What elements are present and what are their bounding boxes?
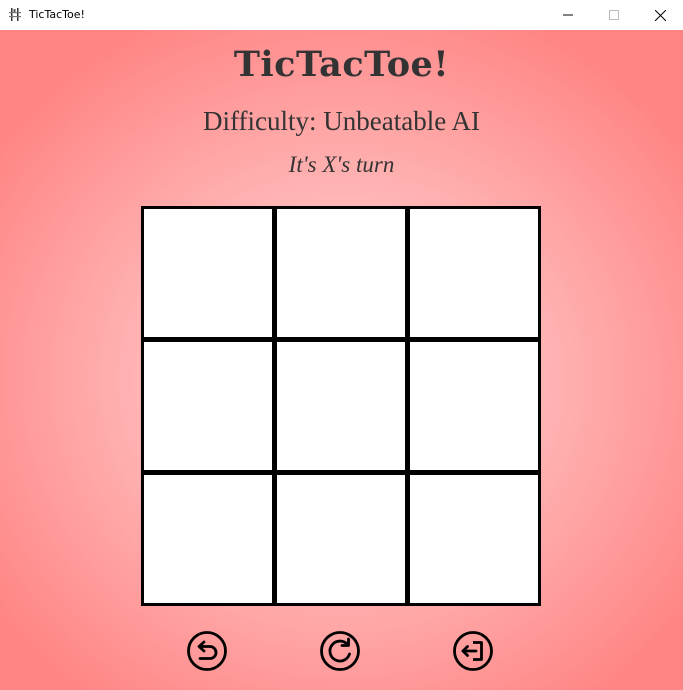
board-cell-4[interactable] [141,339,275,473]
turn-indicator: It's X's turn [288,152,395,177]
exit-button[interactable] [452,630,494,672]
minimize-icon [563,10,573,20]
board-cell-7[interactable] [141,472,275,606]
app-icon [9,7,21,22]
window-titlebar[interactable]: TicTacToe! [0,0,683,30]
restart-button[interactable] [319,630,361,672]
board-cell-3[interactable] [407,206,541,340]
undo-icon [186,630,228,672]
close-icon [654,9,666,21]
minimize-button[interactable] [545,0,591,30]
board-cell-5[interactable] [274,339,408,473]
game-board [141,206,541,606]
board-cell-6[interactable] [407,339,541,473]
board-cell-1[interactable] [141,206,275,340]
difficulty-label: Difficulty: Unbeatable AI [203,106,480,136]
game-area: TicTacToe! Difficulty: Unbeatable AI It'… [0,30,683,690]
exit-icon [452,630,494,672]
board-cell-8[interactable] [274,472,408,606]
undo-button[interactable] [186,630,228,672]
maximize-icon [609,10,619,20]
board-cell-9[interactable] [407,472,541,606]
window-title: TicTacToe! [29,8,85,21]
restart-icon [319,630,361,672]
game-title: TicTacToe! [233,44,450,85]
close-button[interactable] [637,0,683,30]
maximize-button[interactable] [591,0,637,30]
board-cell-2[interactable] [274,206,408,340]
